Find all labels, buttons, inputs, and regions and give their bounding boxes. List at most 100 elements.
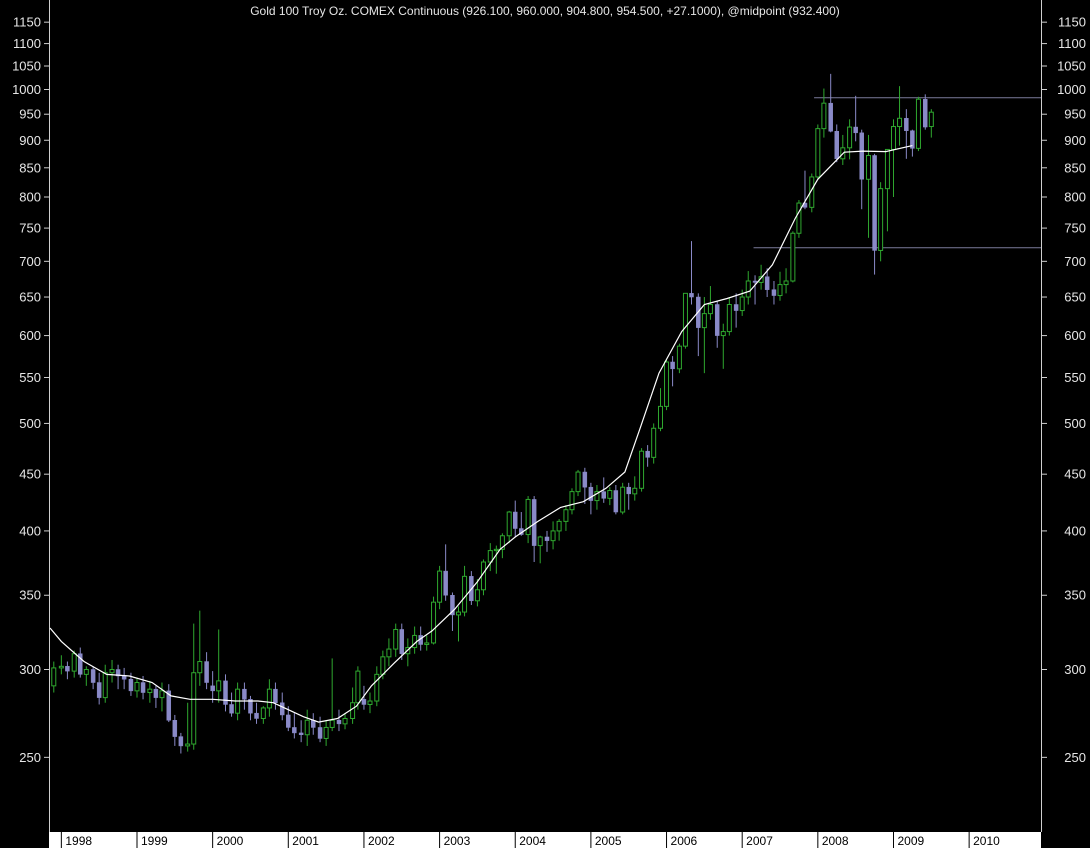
candle-body-up <box>897 117 903 128</box>
x-tick-label[interactable]: 2008 <box>822 834 849 848</box>
x-tick-label[interactable]: 2010 <box>973 834 1000 848</box>
candle-body-up <box>197 661 203 674</box>
x-tick-label[interactable]: 2006 <box>671 834 698 848</box>
candle-body-up <box>191 672 197 745</box>
x-tick-label[interactable]: 2000 <box>217 834 244 848</box>
candle-body-down <box>65 666 70 672</box>
x-tick-label[interactable]: 2002 <box>368 834 395 848</box>
candle-body-up <box>639 450 645 489</box>
candle-body-down <box>96 682 102 698</box>
candle-body-down <box>904 118 909 131</box>
candle-body-up <box>726 303 732 333</box>
y-tick-label-left: 800 <box>19 189 41 204</box>
candle-body-down <box>828 102 833 132</box>
candle-body-up <box>102 672 108 699</box>
candle-body-up <box>569 491 575 511</box>
candle-body-up <box>815 128 821 178</box>
candle-body-up <box>266 688 272 709</box>
y-tick-label-left: 1150 <box>13 15 41 30</box>
candle-body-up <box>424 642 430 645</box>
candle-body-up <box>83 669 89 675</box>
y-tick-label-right: 300 <box>1064 662 1086 677</box>
y-tick-label-right: 1150 <box>1058 15 1086 30</box>
candle-body-down <box>512 511 518 529</box>
candle <box>790 231 796 283</box>
y-tick-label-right: 1050 <box>1057 58 1086 73</box>
y-tick-label-left: 600 <box>19 328 41 343</box>
y-tick-label-right: 250 <box>1064 750 1086 765</box>
candle <box>682 292 688 349</box>
x-tick-label[interactable]: 2009 <box>897 834 924 848</box>
y-tick-label-left: 300 <box>19 662 41 677</box>
candle-body-up <box>575 471 581 493</box>
candle-body-down <box>853 126 858 134</box>
candle-body-up <box>676 345 682 370</box>
candle <box>664 358 670 411</box>
candle-body-down <box>859 132 864 180</box>
candle-body-down <box>582 471 588 488</box>
candle-body-up <box>462 575 468 613</box>
candle <box>431 596 437 645</box>
candle-body-up <box>847 126 853 149</box>
candle-body-up <box>134 682 140 692</box>
x-tick-label[interactable]: 1999 <box>141 834 168 848</box>
y-tick-label-left: 550 <box>19 370 41 385</box>
x-tick-label[interactable]: 201 <box>1049 834 1069 848</box>
candle-body-down <box>210 685 215 692</box>
candle-body-up <box>109 669 115 674</box>
y-tick-label-right: 700 <box>1064 254 1086 269</box>
candle-body-up <box>915 98 921 149</box>
candle-body-up <box>437 570 443 603</box>
y-tick-label-right: 500 <box>1064 416 1086 431</box>
candle-body-up <box>866 154 872 180</box>
candle <box>923 94 928 130</box>
candle-body-down <box>443 570 448 596</box>
candle <box>878 182 884 262</box>
y-tick-label-right: 1000 <box>1057 82 1086 97</box>
candle-body-down <box>834 130 839 160</box>
candle-body-up <box>890 126 896 150</box>
x-tick-label[interactable]: 2005 <box>595 834 622 848</box>
candle <box>676 343 682 374</box>
candle-body-down <box>254 712 259 719</box>
y-tick-label-left: 850 <box>19 160 41 175</box>
candle-body-down <box>121 675 127 680</box>
x-tick-label[interactable]: 1998 <box>65 834 92 848</box>
y-tick-label-left: 750 <box>19 221 41 236</box>
y-tick-label-left: 1050 <box>12 58 41 73</box>
x-tick-label[interactable]: 2004 <box>519 834 546 848</box>
candle-body-up <box>342 717 348 725</box>
y-tick-label-left: 250 <box>19 750 41 765</box>
candle-body-up <box>556 520 562 532</box>
y-tick-label-left: 1100 <box>13 36 41 51</box>
chart-title: Gold 100 Troy Oz. COMEX Continuous (926.… <box>250 4 840 18</box>
candle-body-down <box>714 304 720 336</box>
candle-body-down <box>923 98 928 128</box>
candle-body-up <box>783 280 789 286</box>
y-tick-label-right: 450 <box>1064 467 1086 482</box>
y-tick-label-right: 350 <box>1064 588 1086 603</box>
candle <box>815 124 821 180</box>
candle-body-down <box>178 736 184 747</box>
candle-body-up <box>350 702 356 719</box>
x-tick-label[interactable]: 2001 <box>292 834 319 848</box>
candle-body-up <box>796 202 802 234</box>
x-tick-label[interactable]: 2003 <box>444 834 471 848</box>
candle-body-up <box>355 670 361 704</box>
candle-body-down <box>645 450 650 458</box>
y-tick-label-right: 1100 <box>1058 36 1086 51</box>
candle-body-down <box>286 714 291 728</box>
candle-body-down <box>140 682 146 693</box>
candle <box>796 200 802 238</box>
candle <box>620 482 626 515</box>
candle-body-up <box>474 589 480 602</box>
x-tick-label[interactable]: 2007 <box>746 834 773 848</box>
candle-body-up <box>701 313 707 329</box>
candle-body-up <box>657 405 663 429</box>
candle-body-down <box>361 699 367 705</box>
candle-body-down <box>752 280 758 283</box>
candle-body-down <box>689 293 694 298</box>
candle-body-down <box>771 289 777 296</box>
candle-body-up <box>878 188 884 251</box>
y-tick-label-left: 1000 <box>12 82 41 97</box>
